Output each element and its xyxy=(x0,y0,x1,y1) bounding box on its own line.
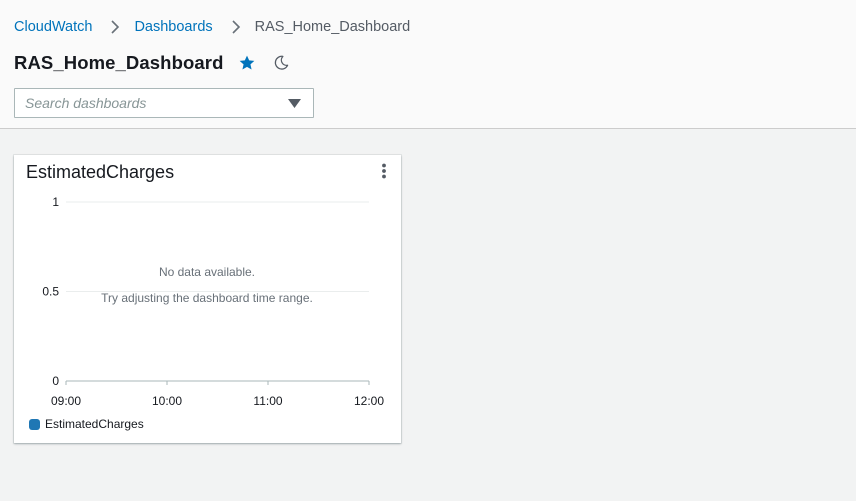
search-input[interactable] xyxy=(15,89,285,117)
chart-legend: EstimatedCharges xyxy=(29,417,144,431)
x-tick-label: 10:00 xyxy=(152,394,182,408)
legend-swatch xyxy=(29,418,40,430)
chart-area: 1 0.5 0 09:00 10:00 11:00 12:00 No data avail… xyxy=(42,195,384,408)
breadcrumb: CloudWatch Dashboards RAS_Home_Dashboard xyxy=(14,18,410,36)
x-tick-label: 12:00 xyxy=(354,394,384,408)
title-row: RAS_Home_Dashboard xyxy=(14,51,291,75)
x-tick-label: 09:00 xyxy=(51,394,81,408)
caret-down-icon[interactable] xyxy=(288,99,301,108)
star-icon[interactable] xyxy=(237,53,257,73)
no-data-message: No data available. xyxy=(159,265,255,279)
chevron-right-icon xyxy=(111,20,120,34)
search-dashboards-field[interactable] xyxy=(14,88,314,118)
breadcrumb-current: RAS_Home_Dashboard xyxy=(254,19,411,35)
y-tick-label: 0.5 xyxy=(42,285,59,299)
chevron-right-icon xyxy=(232,20,240,34)
y-tick-label: 1 xyxy=(52,195,59,209)
y-tick-label: 0 xyxy=(52,374,59,388)
no-data-hint: Try adjusting the dashboard time range. xyxy=(101,291,313,305)
breadcrumb-cloudwatch-link[interactable]: CloudWatch xyxy=(14,19,92,35)
estimated-charges-widget: EstimatedCharges 1 0.5 0 09:00 10:00 11:00 12… xyxy=(14,155,401,443)
x-tick-label: 11:00 xyxy=(253,394,282,408)
page-header: CloudWatch Dashboards RAS_Home_Dashboard… xyxy=(0,0,856,129)
breadcrumb-dashboards-link[interactable]: Dashboards xyxy=(134,19,212,35)
moon-icon[interactable] xyxy=(271,53,291,73)
page-title: RAS_Home_Dashboard xyxy=(14,52,224,73)
legend-label[interactable]: EstimatedCharges xyxy=(45,417,144,431)
